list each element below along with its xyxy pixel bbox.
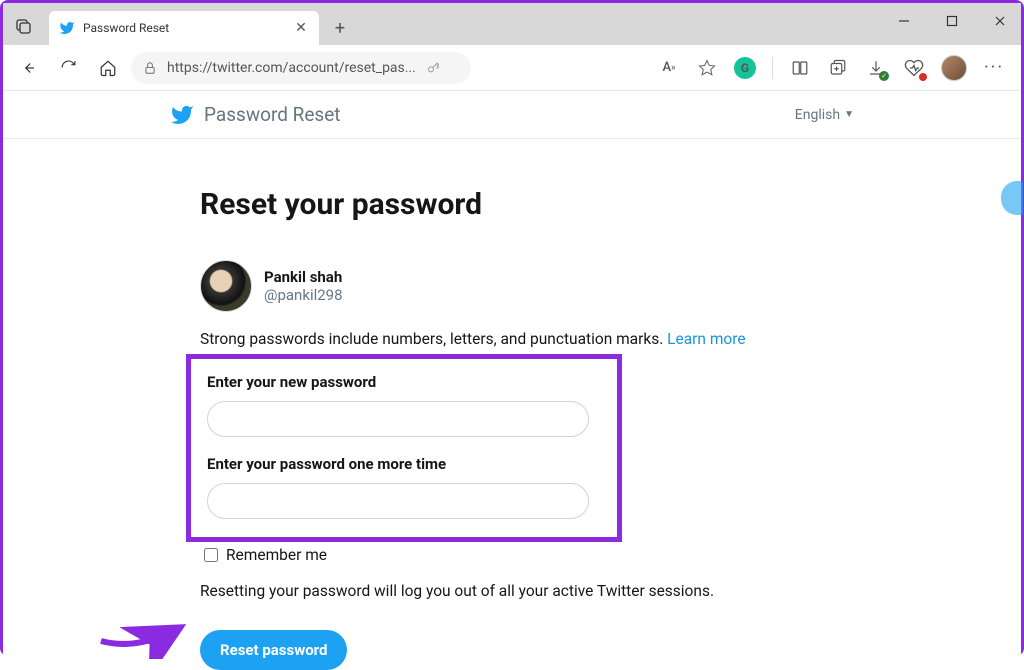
maximize-button[interactable] [937,7,967,35]
browser-toolbar: https://twitter.com/account/reset_pas...… [3,45,1021,91]
tab-title: Password Reset [83,21,285,35]
tab-actions-button[interactable] [3,7,45,45]
logout-warning: Resetting your password will log you out… [200,582,832,600]
remember-me-checkbox[interactable] [204,548,218,562]
lock-icon [143,61,157,75]
collections-button[interactable] [827,57,849,79]
close-tab-button[interactable]: ✕ [293,20,309,36]
minimize-button[interactable] [889,7,919,35]
site-title: Password Reset [204,103,341,126]
browser-titlebar: Password Reset ✕ + [3,3,1021,45]
password-fields-highlight: Enter your new password Enter your passw… [186,354,622,542]
split-screen-button[interactable] [789,57,811,79]
user-avatar [200,260,252,312]
user-handle: @pankil298 [264,286,343,304]
new-tab-button[interactable]: + [325,13,355,43]
chevron-down-icon: ▼ [844,109,854,120]
home-button[interactable] [91,51,125,85]
reset-password-button[interactable]: Reset password [200,630,347,670]
password-strength-desc: Strong passwords include numbers, letter… [200,330,832,348]
address-bar[interactable]: https://twitter.com/account/reset_pas... [131,52,471,84]
browser-tab[interactable]: Password Reset ✕ [49,11,319,45]
confirm-password-label: Enter your password one more time [207,455,601,473]
site-header: Password Reset English ▼ [3,91,1021,139]
user-display-name: Pankil shah [264,268,343,286]
remember-me-label: Remember me [226,546,327,564]
performance-button[interactable] [903,57,925,79]
key-icon [426,60,441,75]
more-menu-button[interactable]: ··· [983,57,1005,79]
language-label: English [795,107,840,123]
learn-more-link[interactable]: Learn more [667,330,745,348]
refresh-button[interactable] [51,51,85,85]
back-button[interactable] [11,51,45,85]
page-content: Password Reset English ▼ Reset your pass… [3,91,1021,670]
page-heading: Reset your password [200,187,832,222]
user-block: Pankil shah @pankil298 [200,260,832,312]
confirm-password-input[interactable] [207,483,589,519]
grammarly-icon[interactable]: G [734,57,756,79]
side-chat-icon[interactable] [1001,181,1023,215]
downloads-button[interactable]: ✓ [865,57,887,79]
new-password-label: Enter your new password [207,373,601,391]
new-password-input[interactable] [207,401,589,437]
twitter-logo-icon [170,103,194,127]
language-selector[interactable]: English ▼ [795,107,854,123]
read-aloud-button[interactable]: A» [658,57,680,79]
twitter-icon [59,20,75,36]
separator [772,57,773,79]
profile-avatar[interactable] [941,55,967,81]
close-window-button[interactable] [985,7,1015,35]
remember-me-row[interactable]: Remember me [204,546,832,564]
favorite-button[interactable] [696,57,718,79]
url-text: https://twitter.com/account/reset_pas... [167,60,416,76]
